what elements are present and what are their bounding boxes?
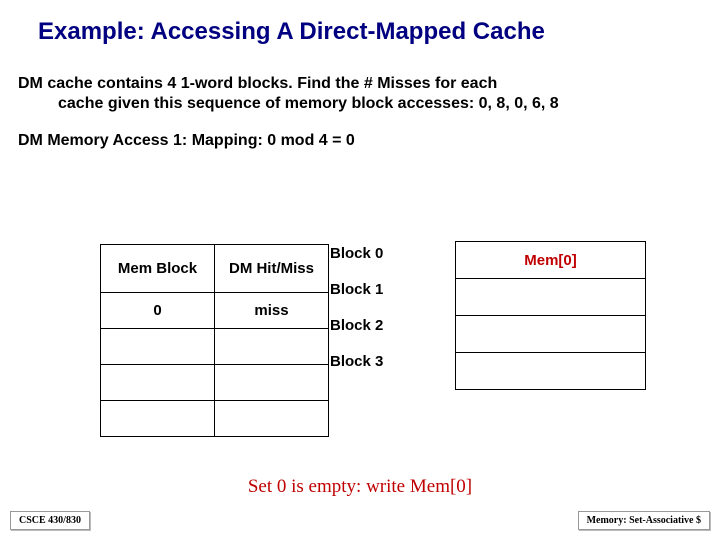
subtitle-line2: cache given this sequence of memory bloc… xyxy=(18,94,690,114)
header-mem-block: Mem Block xyxy=(101,245,215,293)
block-label-2: Block 2 xyxy=(330,308,383,344)
access-line: DM Memory Access 1: Mapping: 0 mod 4 = 0 xyxy=(0,114,720,150)
subtitle-line1: DM cache contains 4 1-word blocks. Find … xyxy=(18,75,497,92)
cell-hit-miss: miss xyxy=(215,293,329,329)
table-row: 0 miss xyxy=(101,293,329,329)
access-table: Mem Block DM Hit/Miss 0 miss xyxy=(100,244,329,437)
cell-hit-miss xyxy=(215,365,329,401)
cell-hit-miss xyxy=(215,329,329,365)
footer-topic: Memory: Set-Associative $ xyxy=(578,511,710,530)
result-caption: Set 0 is empty: write Mem[0] xyxy=(0,476,720,498)
table-row xyxy=(456,279,646,316)
cell-mem-block xyxy=(101,401,215,437)
block-labels: Block 0 Block 1 Block 2 Block 3 xyxy=(330,244,383,380)
table-row xyxy=(101,329,329,365)
cell-mem-block xyxy=(101,329,215,365)
block-label-0: Block 0 xyxy=(330,244,383,272)
footer-course-code: CSCE 430/830 xyxy=(10,511,90,530)
table-row xyxy=(101,401,329,437)
cache-contents-table: Mem[0] xyxy=(455,241,646,390)
page-title: Example: Accessing A Direct-Mapped Cache xyxy=(0,0,720,46)
cache-cell-0: Mem[0] xyxy=(456,242,646,279)
table-row: Mem[0] xyxy=(456,242,646,279)
cell-hit-miss xyxy=(215,401,329,437)
cache-cell-2 xyxy=(456,316,646,353)
block-label-1: Block 1 xyxy=(330,272,383,308)
header-hit-miss: DM Hit/Miss xyxy=(215,245,329,293)
cell-mem-block: 0 xyxy=(101,293,215,329)
table-row xyxy=(456,353,646,390)
table-row xyxy=(456,316,646,353)
cell-mem-block xyxy=(101,365,215,401)
cache-cell-3 xyxy=(456,353,646,390)
table-row xyxy=(101,365,329,401)
block-label-3: Block 3 xyxy=(330,344,383,380)
cache-cell-1 xyxy=(456,279,646,316)
problem-statement: DM cache contains 4 1-word blocks. Find … xyxy=(0,46,720,114)
